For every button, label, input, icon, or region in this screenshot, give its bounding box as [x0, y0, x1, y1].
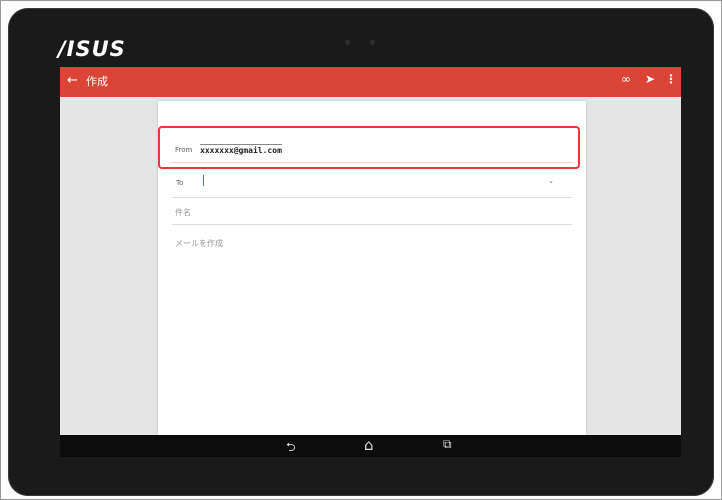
- to-field-highlight: [158, 126, 580, 169]
- nav-home-icon[interactable]: ⌂: [364, 436, 374, 454]
- divider: [172, 197, 572, 198]
- page-title: 作成: [86, 75, 108, 88]
- camera-sensor: [345, 40, 350, 45]
- to-input-cursor[interactable]: [203, 175, 204, 186]
- android-nav-bar: ⮌ ⌂ ⧉: [60, 435, 681, 457]
- divider: [172, 224, 572, 225]
- nav-recents-icon[interactable]: ⧉: [443, 437, 452, 452]
- brand-logo: /ISUS: [58, 37, 126, 61]
- to-label: To: [176, 179, 184, 187]
- send-icon[interactable]: ➤: [645, 72, 655, 86]
- arrow-back-icon[interactable]: ←: [67, 73, 78, 88]
- nav-back-icon[interactable]: ⮌: [286, 438, 296, 457]
- subject-input[interactable]: 件名: [175, 207, 191, 218]
- body-input[interactable]: メールを作成: [175, 238, 223, 249]
- camera-sensor: [370, 40, 375, 45]
- more-vert-icon[interactable]: ⋮: [665, 72, 677, 86]
- chevron-down-icon[interactable]: ⌄: [548, 177, 554, 185]
- compose-app-bar: ← 作成 ∞ ➤ ⋮: [60, 67, 681, 97]
- attachment-icon[interactable]: ∞: [621, 72, 631, 86]
